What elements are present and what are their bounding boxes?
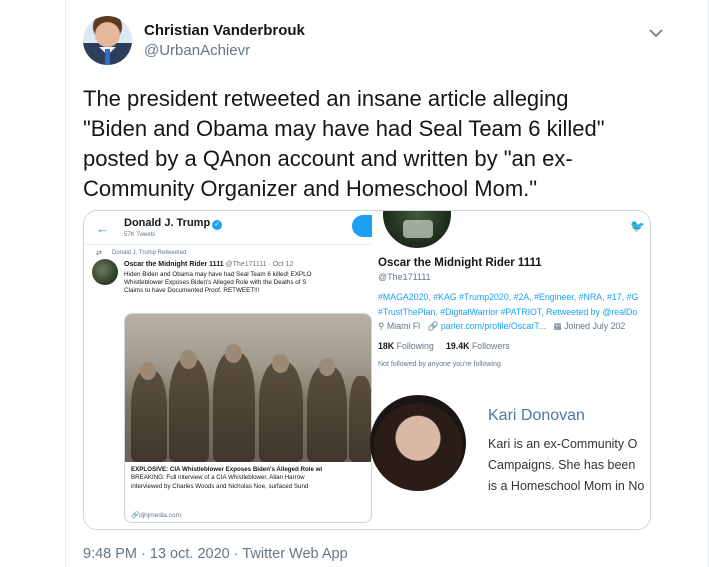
soldier-head [180, 350, 197, 369]
screenshot-author: Oscar the Midnight Rider 1111 @The171111… [124, 261, 293, 268]
soldier-figure [213, 352, 255, 462]
oscar-following-label: Following [396, 341, 434, 351]
screenshot-link-card: EXPLOSIVE: CIA Whistleblower Exposes Bid… [124, 313, 372, 523]
kari-avatar [370, 395, 466, 491]
screenshot-divider [84, 244, 372, 245]
screenshot-card-body: BREAKING: Full interview of a CIA Whistl… [131, 474, 309, 490]
soldier-figure [131, 370, 167, 462]
screenshot-author-meta: @The171111 · Oct 12 [225, 261, 294, 268]
screenshot-tweet-body: Hiden Biden and Obama may have had Seal … [124, 271, 312, 294]
soldier-figure [259, 362, 303, 462]
oscar-name: Oscar the Midnight Rider 1111 [378, 257, 542, 269]
screenshot-profile-name: Donald J. Trump ✓ [124, 217, 223, 230]
oscar-link: parler.com/profile/OscarT... [440, 321, 547, 331]
oscar-follow-stats: 18K Following 19.4K Followers [378, 341, 510, 351]
screenshot-retweeted-by: Donald J. Trump Retweeted [112, 250, 187, 256]
oscar-location: Miami Fl [386, 321, 421, 331]
soldier-figure [307, 366, 347, 462]
tweet-header: Christian Vanderbrouk @UrbanAchievr [83, 16, 683, 68]
oscar-following-count: 18K [378, 341, 395, 351]
calendar-icon: ▦ [553, 321, 562, 331]
kari-profile-screenshot: Kari Donovan Kari is an ex-Community O C… [370, 379, 650, 529]
link-icon: 🔗 [131, 512, 140, 519]
retweet-icon: ⇄ [96, 250, 102, 257]
oscar-followers-count: 19.4K [446, 341, 470, 351]
screenshot-card-caption: EXPLOSIVE: CIA Whistleblower Exposes Bid… [131, 466, 371, 510]
tweet-media-image[interactable]: ← Donald J. Trump ✓ 57K Tweets ⇄ Donald J… [83, 210, 651, 530]
screenshot-card-title: EXPLOSIVE: CIA Whistleblower Exposes Bid… [131, 466, 323, 473]
oscar-avatar [380, 211, 454, 251]
avatar-tie [105, 49, 110, 65]
kari-name: Kari Donovan [488, 407, 585, 424]
oscar-not-followed-note: Not followed by anyone you're following [378, 361, 501, 368]
soldier-head [225, 344, 242, 363]
oscar-joined: Joined July 202 [564, 321, 626, 331]
screenshot-tweet-count: 57K Tweets [124, 232, 156, 238]
soldier-head [319, 358, 335, 376]
link-icon: 🔗 [427, 321, 439, 331]
tweet-timestamp[interactable]: 9:48 PM · 13 oct. 2020 · Twitter Web App [83, 546, 348, 562]
author-handle[interactable]: @UrbanAchievr [144, 42, 250, 59]
chevron-down-icon[interactable] [647, 24, 665, 42]
screenshot-card-domain: 🔗djhjmedia.com [131, 511, 181, 519]
twitter-bird-icon: 🐦 [630, 219, 645, 233]
kari-bio: Kari is an ex-Community O Campaigns. She… [488, 437, 645, 493]
author-avatar[interactable] [83, 16, 132, 65]
soldiers-photo [125, 314, 371, 462]
trump-profile-screenshot: ← Donald J. Trump ✓ 57K Tweets ⇄ Donald J… [84, 211, 382, 529]
oscar-handle: @The171111 [378, 272, 431, 282]
oscar-bio-hashtags: #MAGA2020, #KAG #Trump2020, #2A, #Engine… [378, 292, 639, 317]
soldier-head [272, 354, 289, 373]
tweet-text: The president retweeted an insane articl… [83, 86, 605, 201]
soldier-figure [349, 376, 371, 462]
location-pin-icon: ⚲ [378, 321, 385, 331]
soldier-head [140, 362, 156, 380]
author-name[interactable]: Christian Vanderbrouk [144, 22, 305, 39]
screenshot-author-name: Oscar the Midnight Rider 1111 [124, 261, 224, 268]
oscar-profile-screenshot: 🐦 Oscar the Midnight Rider 1111 @The1711… [372, 211, 650, 373]
oscar-followers-label: Followers [471, 341, 510, 351]
verified-badge-icon: ✓ [212, 220, 223, 230]
screenshot-author-avatar [92, 259, 118, 285]
oscar-profile-meta: ⚲ Miami Fl 🔗 parler.com/profile/OscarT..… [378, 321, 650, 332]
soldier-figure [169, 358, 209, 462]
timeline-left-border [65, 0, 66, 567]
screenshot-profile-name-text: Donald J. Trump [124, 217, 211, 229]
back-arrow-icon: ← [96, 221, 109, 236]
screenshot-card-domain-text: djhjmedia.com [139, 512, 182, 519]
